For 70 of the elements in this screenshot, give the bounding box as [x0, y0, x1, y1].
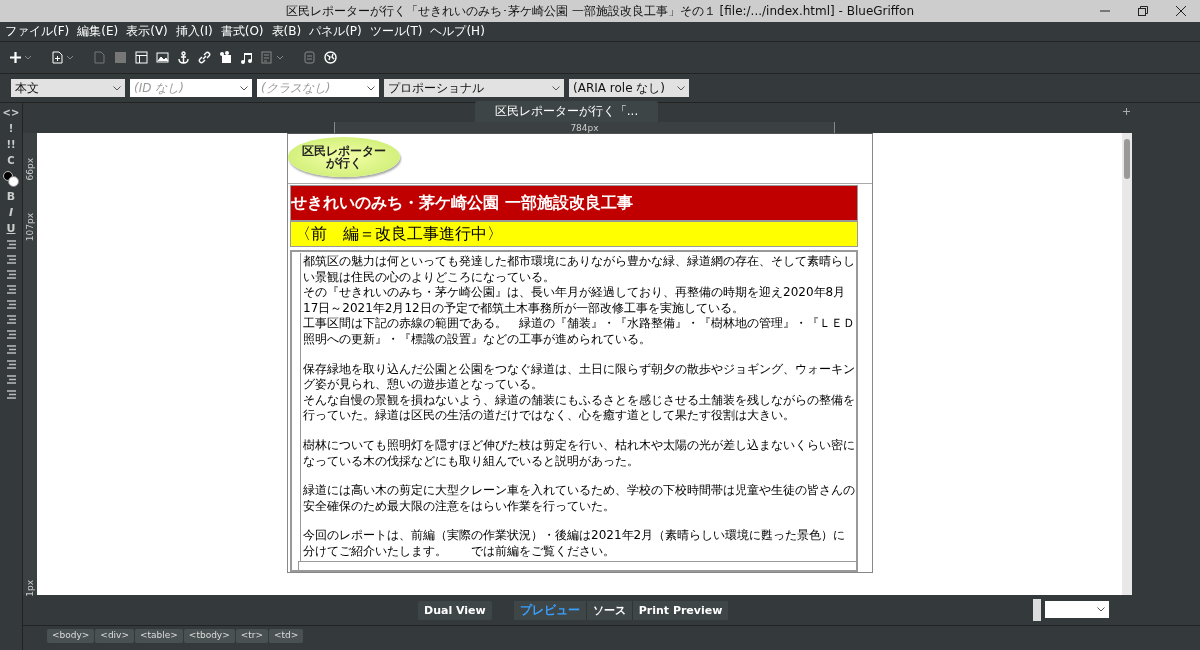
format-tool[interactable]: !!	[6, 139, 16, 151]
format-tool[interactable]: I	[8, 207, 14, 219]
view-tab[interactable]: Print Preview	[631, 600, 729, 620]
breadcrumb-item[interactable]: <tbody>	[183, 629, 235, 643]
caret-icon[interactable]	[277, 55, 283, 60]
globe-icon[interactable]	[324, 51, 337, 64]
breadcrumb-item[interactable]: <tr>	[235, 629, 269, 643]
paragraph-text: 都筑区の魅力は何といっても発達した都市環境にありながら豊かな緑、緑道網の存在、そして素晴らしい景観は住民の心のよりどころになっている。	[303, 254, 855, 286]
stop-icon[interactable]	[114, 51, 127, 64]
view-tab[interactable]: ソース	[585, 600, 632, 620]
link-icon[interactable]	[198, 51, 211, 64]
dropdown[interactable]: 本文	[11, 79, 125, 97]
menu-item[interactable]: ツール(T)	[369, 23, 423, 40]
format-tool[interactable]: <>	[2, 107, 20, 119]
menu-item[interactable]: 挿入(I)	[175, 23, 213, 40]
paragraph-text: 緑道には高い木の剪定に大型クレーン車を入れているため、学校の下校時間帯は児童や生徒の皆さんの安全確保のため最大限の注意をはらい作業を行っていた。	[303, 483, 855, 515]
article-heading: せきれいのみち・茅ケ崎公園 一部施設改良工事	[290, 185, 858, 221]
scrollbar-thumb[interactable]	[1124, 139, 1130, 179]
new-file-icon[interactable]	[51, 51, 64, 64]
music-icon[interactable]	[240, 51, 253, 64]
paragraph-text: 工事区間は下記の赤線の範囲である。 緑道の『舗装』・『水路整備』・『樹林地の管理』・『ＬＥＤ照明への更新』・『標識の設置』などの工事が進められている。	[303, 316, 855, 348]
restore-icon[interactable]	[1138, 6, 1148, 16]
format-tool[interactable]: C	[7, 155, 15, 167]
menu-item[interactable]: 編集(E)	[77, 23, 119, 40]
caret-icon[interactable]	[240, 85, 248, 91]
ruler-label: 66px	[24, 158, 36, 181]
paragraph-text: 今回のレポートは、前編（実際の作業状況）・後編は2021年2月（素晴らしい環境に甦った景色）に分けてご紹介いたします。 では前編をご覧ください。	[303, 528, 847, 560]
caret-icon[interactable]	[1097, 607, 1105, 612]
close-icon[interactable]	[1176, 6, 1186, 16]
anchor-icon[interactable]	[177, 51, 190, 64]
caret-icon[interactable]	[113, 85, 121, 91]
breadcrumb-item[interactable]: <td>	[269, 629, 304, 643]
format-tool[interactable]: B	[6, 191, 16, 203]
caret-icon[interactable]	[367, 85, 375, 91]
caret-icon[interactable]	[67, 55, 73, 60]
paragraph-text: そんな自慢の景観を損ねないよう、緑道の舗装にもふるさとを感じさせる土舗装を残しながらの整備を行っていた。緑道は区民の生活の道だけではなく、心を癒す道として果たす役割は大きい。	[303, 392, 855, 424]
paragraph-text: 保存緑地を取り込んだ公園と公園をつなぐ緑道は、土日に限らず朝夕の散歩やジョギング、ウォーキング姿が見られ、憩いの遊歩道となっている。	[303, 361, 855, 393]
menu-item[interactable]: ヘルプ(H)	[430, 23, 485, 40]
add-tab-icon[interactable]	[1123, 108, 1130, 115]
paragraph-text: その『せきれいのみち・茅ケ崎公園』は、長い年月が経過しており、再整備の時期を迎え2020年8月17日～2021年2月12日の予定で都筑土木事務所が一部改修工事を実施している。	[303, 285, 847, 317]
color-swatch-icon[interactable]	[3, 171, 19, 187]
paragraph-text: 樹林についても照明灯を隠すほど伸びた枝は剪定を行い、枯れ木や太陽の光が差し込まないくらい密になっている木の伐採などにも取り組んでいると説明があった。	[303, 437, 855, 470]
plus-icon[interactable]	[9, 51, 22, 64]
caret-icon[interactable]	[25, 55, 31, 60]
format-tool[interactable]: U	[6, 223, 16, 235]
ruler-label: 1px	[24, 580, 36, 597]
ruler-label: 107px	[24, 213, 36, 242]
view-button[interactable]: Dual View	[418, 600, 492, 620]
menu-item[interactable]: 表(B)	[271, 23, 302, 40]
menu-item[interactable]: 書式(O)	[220, 23, 264, 40]
table-icon[interactable]	[135, 51, 148, 64]
breadcrumb-item[interactable]: <table>	[134, 629, 183, 643]
menu-item[interactable]: ファイル(F)	[5, 23, 70, 40]
article-subheading: 〈前 編＝改良工事進行中〉	[290, 221, 858, 247]
breadcrumb-item[interactable]: <div>	[95, 629, 134, 643]
view-tab[interactable]: プレビュー	[513, 600, 586, 620]
dropdown[interactable]: (ARIA role なし)	[569, 79, 689, 97]
reporter-badge: 区民レポーター が行く	[288, 137, 400, 177]
caret-icon[interactable]	[552, 85, 560, 91]
ruler-label: 784px	[570, 122, 599, 133]
format-tool[interactable]: !	[8, 123, 14, 135]
video-icon[interactable]	[219, 51, 232, 64]
caret-icon[interactable]	[677, 85, 685, 91]
menu-item[interactable]: パネル(P)	[309, 23, 362, 40]
dropdown[interactable]: プロポーショナル	[384, 79, 564, 97]
document-tab[interactable]: 区民レポーターが行く「...	[474, 101, 659, 122]
menu-item[interactable]: 表示(V)	[126, 23, 168, 40]
image-icon[interactable]	[156, 51, 169, 64]
breadcrumb-item[interactable]: <body>	[47, 629, 95, 643]
window-title: 区民レポーターが行く「せきれいのみち･茅ケ崎公園 一部施設改良工事」その１ [file:/.../index.html] - BlueGriffon	[285, 2, 915, 20]
